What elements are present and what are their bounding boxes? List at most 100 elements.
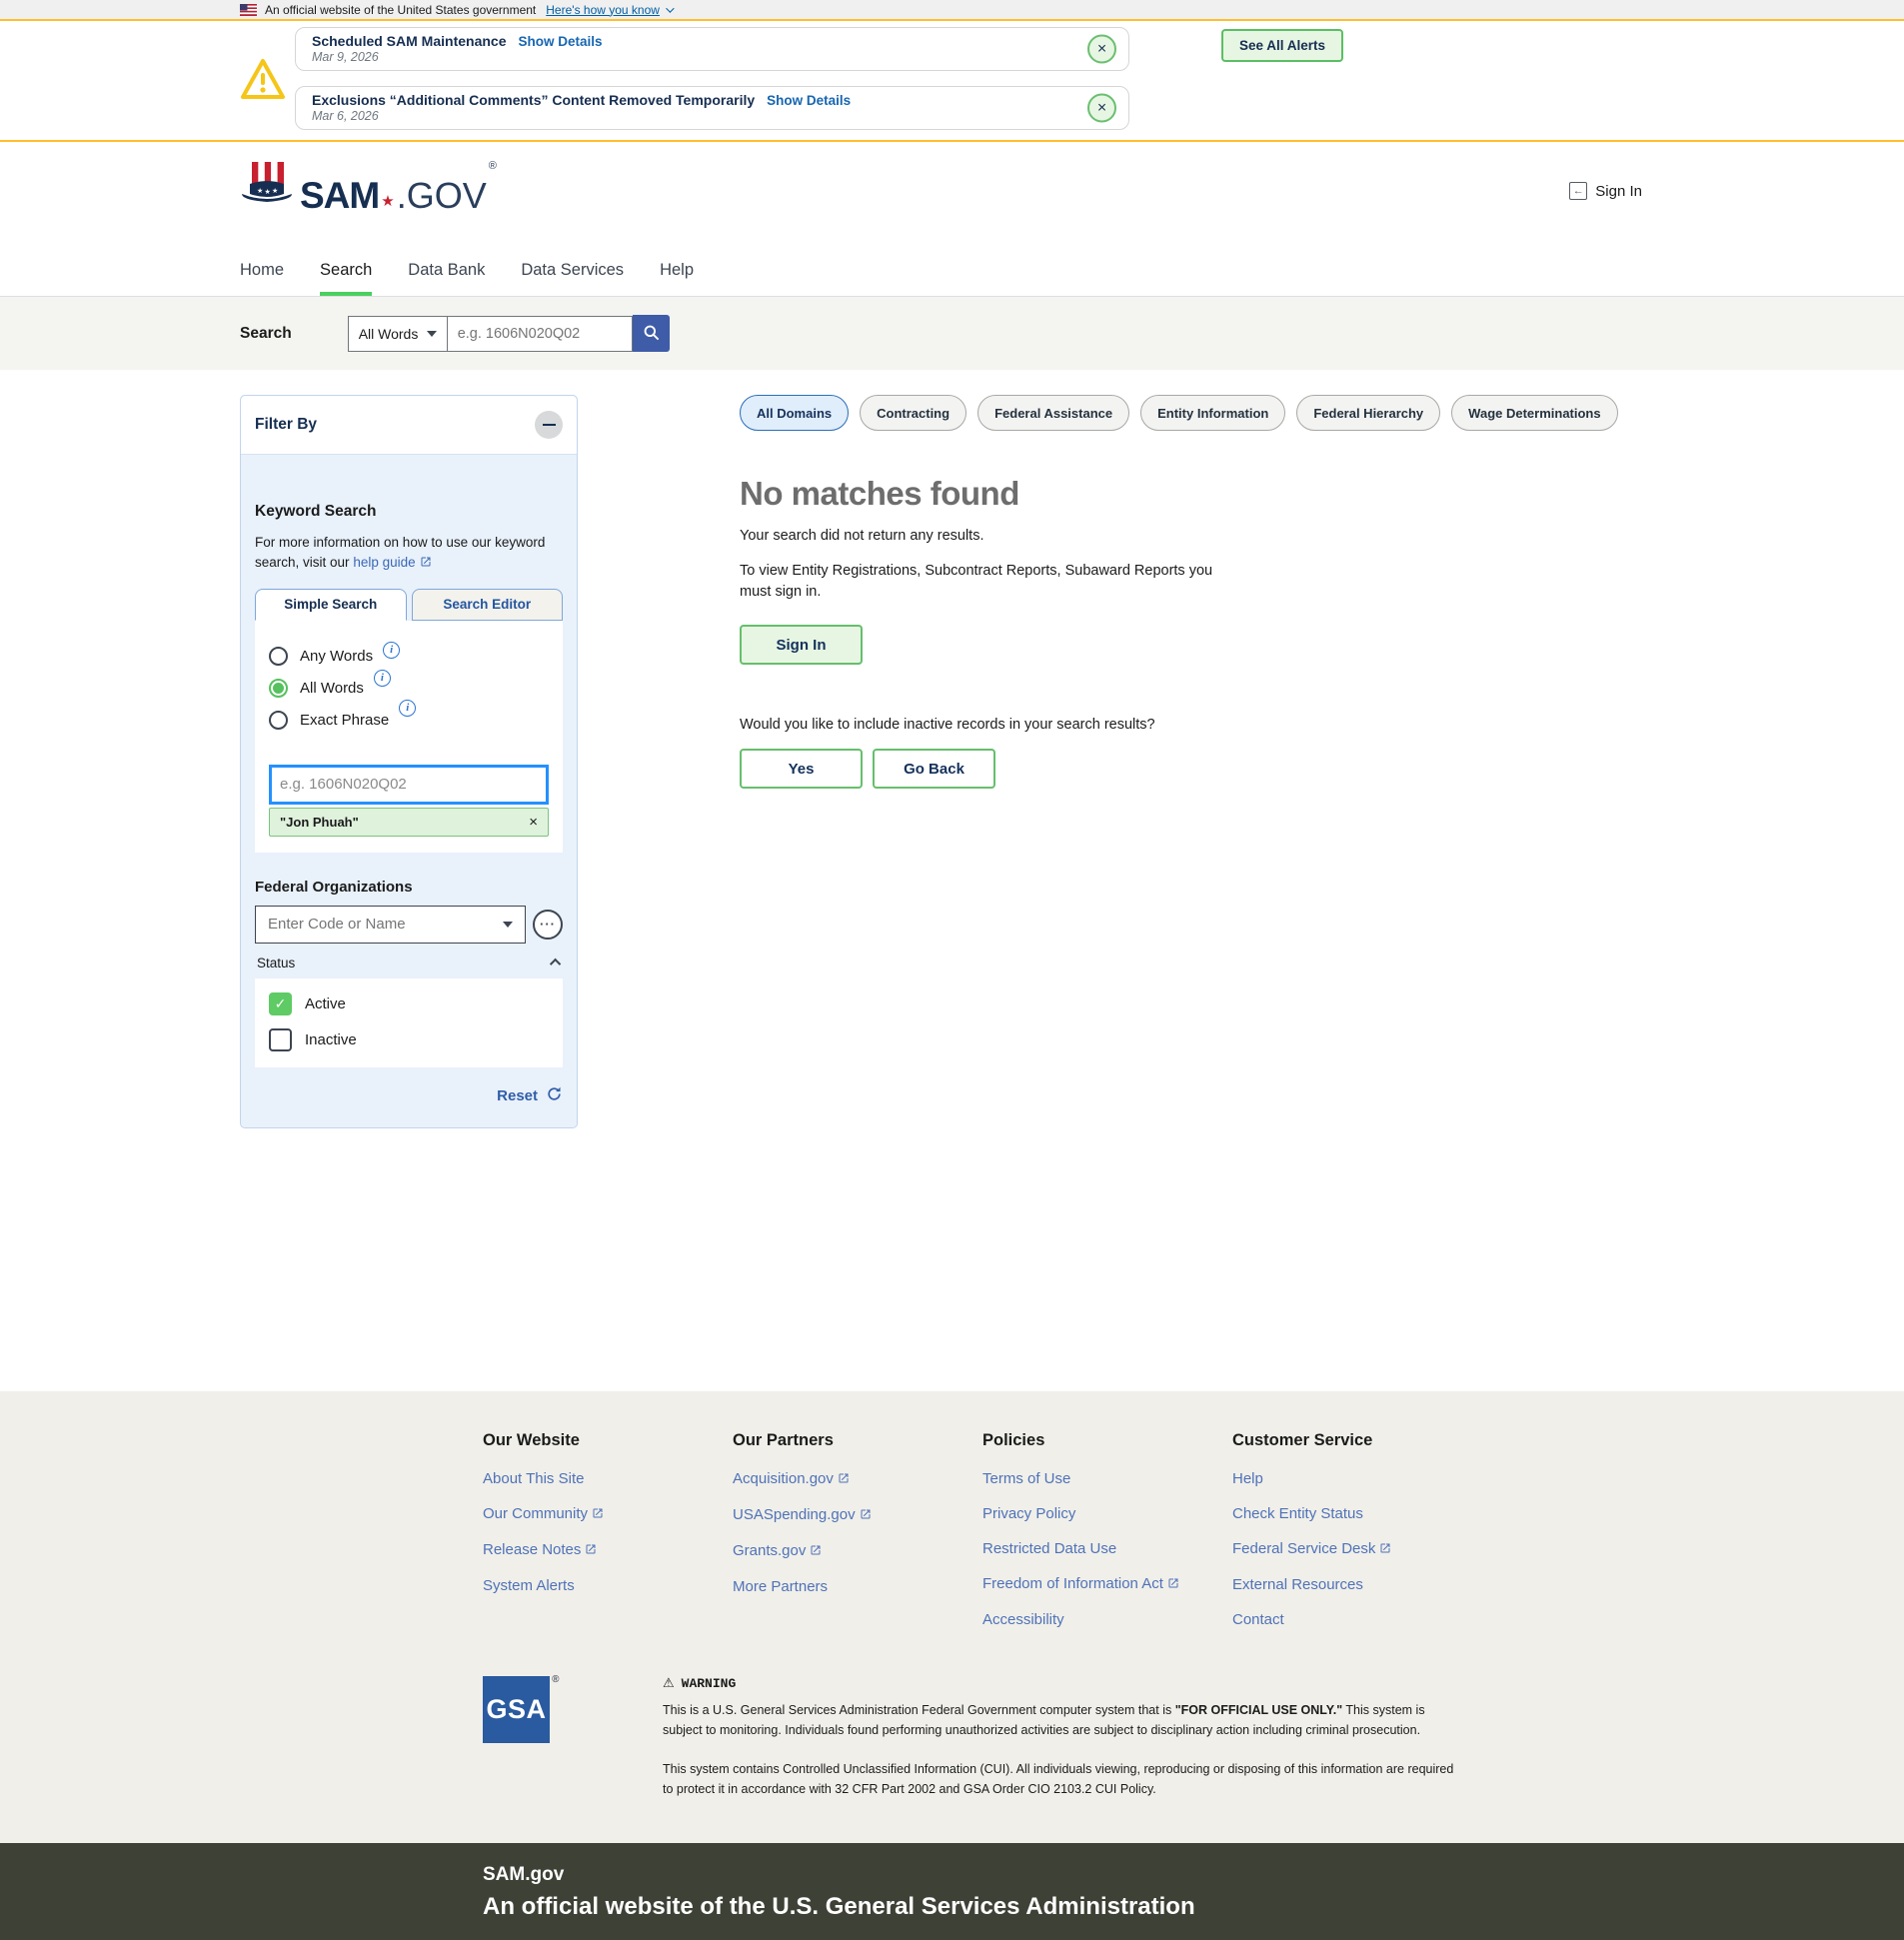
radio-label: Any Words <box>300 648 373 665</box>
info-icon[interactable]: i <box>383 642 400 659</box>
footer-column-policies: Policies Terms of Use Privacy Policy Res… <box>982 1431 1232 1646</box>
logo-star-icon: ★ <box>381 193 394 211</box>
radio-all-words[interactable] <box>269 679 288 698</box>
footer-link-check-entity-status[interactable]: Check Entity Status <box>1232 1505 1482 1522</box>
search-strip-label: Search <box>240 325 292 343</box>
nav-item-home[interactable]: Home <box>240 261 284 296</box>
search-mode-select[interactable]: All Words <box>348 316 448 352</box>
warning-block: ⚠ WARNING This is a U.S. General Service… <box>663 1676 1457 1799</box>
footer-link-external-resources[interactable]: External Resources <box>1232 1576 1482 1593</box>
keyword-input[interactable] <box>269 765 549 805</box>
alert-date: Mar 6, 2026 <box>312 109 1072 123</box>
sign-in-note: To view Entity Registrations, Subcontrac… <box>740 561 1239 603</box>
footer-link-acquisition-gov[interactable]: Acquisition.gov <box>733 1470 982 1488</box>
footer-link-foia[interactable]: Freedom of Information Act <box>982 1575 1232 1593</box>
footer-column-our-website: Our Website About This Site Our Communit… <box>483 1431 733 1646</box>
footer-link-accessibility[interactable]: Accessibility <box>982 1611 1232 1628</box>
nav-item-help[interactable]: Help <box>660 261 694 296</box>
footer-link-terms-of-use[interactable]: Terms of Use <box>982 1470 1232 1487</box>
go-back-button[interactable]: Go Back <box>873 749 995 789</box>
how-you-know-link[interactable]: Here's how you know <box>546 3 672 17</box>
warning-paragraph-2: This system contains Controlled Unclassi… <box>663 1759 1457 1800</box>
warning-icon: ⚠ <box>663 1676 675 1691</box>
registered-mark: ® <box>552 1674 560 1685</box>
footer-heading: Policies <box>982 1431 1232 1450</box>
header-sign-in-link[interactable]: ← Sign In <box>1569 182 1642 200</box>
external-link-icon <box>810 1543 822 1560</box>
alert-close-button[interactable]: × <box>1087 94 1116 123</box>
keyword-tag: "Jon Phuah" × <box>269 808 549 837</box>
filter-by-title: Filter By <box>255 416 317 434</box>
alert-show-details-link[interactable]: Show Details <box>767 93 851 108</box>
domain-pill-wage-determinations[interactable]: Wage Determinations <box>1451 395 1617 431</box>
warning-paragraph-1: This is a U.S. General Services Administ… <box>663 1700 1457 1741</box>
domain-pill-contracting[interactable]: Contracting <box>860 395 966 431</box>
nav-item-data-services[interactable]: Data Services <box>521 261 624 296</box>
tab-simple-search[interactable]: Simple Search <box>255 589 407 621</box>
footer-link-our-community[interactable]: Our Community <box>483 1505 733 1523</box>
sign-in-button[interactable]: Sign In <box>740 625 863 665</box>
filter-collapse-button[interactable] <box>535 411 563 439</box>
no-results-message: Your search did not return any results. <box>740 528 1619 544</box>
footer-link-restricted-data-use[interactable]: Restricted Data Use <box>982 1540 1232 1557</box>
footer-link-contact[interactable]: Contact <box>1232 1611 1482 1628</box>
check-icon: ✓ <box>275 995 287 1012</box>
domain-pill-all-domains[interactable]: All Domains <box>740 395 849 431</box>
see-all-alerts-button[interactable]: See All Alerts <box>1221 29 1343 62</box>
sam-gov-logo[interactable]: ★★★ SAM ★ .GOV ® <box>240 160 497 211</box>
footer-link-privacy-policy[interactable]: Privacy Policy <box>982 1505 1232 1522</box>
external-link-icon <box>420 554 432 574</box>
footer-link-about-this-site[interactable]: About This Site <box>483 1470 733 1487</box>
org-more-options-button[interactable]: ··· <box>533 910 563 940</box>
external-link-icon <box>1167 1576 1179 1593</box>
search-submit-button[interactable] <box>633 315 670 352</box>
close-icon: × <box>1097 41 1106 58</box>
footer-link-more-partners[interactable]: More Partners <box>733 1578 982 1595</box>
domain-pill-federal-assistance[interactable]: Federal Assistance <box>977 395 1129 431</box>
federal-org-select[interactable]: Enter Code or Name <box>255 906 526 944</box>
radio-exact-phrase[interactable] <box>269 711 288 730</box>
search-input[interactable] <box>448 316 633 352</box>
domain-pill-federal-hierarchy[interactable]: Federal Hierarchy <box>1296 395 1440 431</box>
search-icon <box>642 323 661 345</box>
footer-link-grants-gov[interactable]: Grants.gov <box>733 1542 982 1560</box>
external-link-icon <box>585 1542 597 1559</box>
tag-remove-icon[interactable]: × <box>529 815 538 830</box>
sign-in-label: Sign In <box>1595 183 1642 200</box>
close-icon: × <box>1097 100 1106 117</box>
footer-link-federal-service-desk[interactable]: Federal Service Desk <box>1232 1540 1482 1558</box>
svg-text:★: ★ <box>265 188 271 196</box>
info-icon[interactable]: i <box>374 670 391 687</box>
footer-link-release-notes[interactable]: Release Notes <box>483 1541 733 1559</box>
checkbox-label: Inactive <box>305 1031 357 1048</box>
results-area: All Domains Contracting Federal Assistan… <box>740 395 1619 789</box>
domain-pill-entity-information[interactable]: Entity Information <box>1140 395 1285 431</box>
checkbox-label: Active <box>305 995 346 1012</box>
logo-text-gov: .GOV <box>397 180 487 211</box>
nav-item-data-bank[interactable]: Data Bank <box>408 261 485 296</box>
us-flag-icon <box>240 4 257 16</box>
radio-any-words[interactable] <box>269 647 288 666</box>
bottom-site-name: SAM.gov <box>483 1864 1904 1886</box>
info-icon[interactable]: i <box>399 700 416 717</box>
footer-link-usaspending-gov[interactable]: USASpending.gov <box>733 1506 982 1524</box>
checkbox-inactive[interactable] <box>269 1028 292 1051</box>
checkbox-active[interactable]: ✓ <box>269 992 292 1015</box>
caret-down-icon <box>503 922 513 928</box>
alert-close-button[interactable]: × <box>1087 35 1116 64</box>
alert-show-details-link[interactable]: Show Details <box>518 34 602 49</box>
bottom-tagline: An official website of the U.S. General … <box>483 1893 1904 1921</box>
yes-button[interactable]: Yes <box>740 749 863 789</box>
ellipsis-icon: ··· <box>540 917 556 932</box>
alert-card: Scheduled SAM Maintenance Show Details M… <box>295 27 1129 71</box>
tab-search-editor[interactable]: Search Editor <box>412 589 564 621</box>
chevron-up-icon[interactable] <box>550 959 561 970</box>
reset-filters-link[interactable]: Reset <box>255 1085 563 1107</box>
chevron-down-icon <box>666 4 674 12</box>
gsa-logo: GSA ® <box>483 1676 550 1743</box>
external-link-icon <box>592 1506 604 1523</box>
nav-item-search[interactable]: Search <box>320 261 372 296</box>
footer-link-system-alerts[interactable]: System Alerts <box>483 1577 733 1594</box>
help-guide-link[interactable]: help guide <box>353 555 431 570</box>
footer-link-help[interactable]: Help <box>1232 1470 1482 1487</box>
